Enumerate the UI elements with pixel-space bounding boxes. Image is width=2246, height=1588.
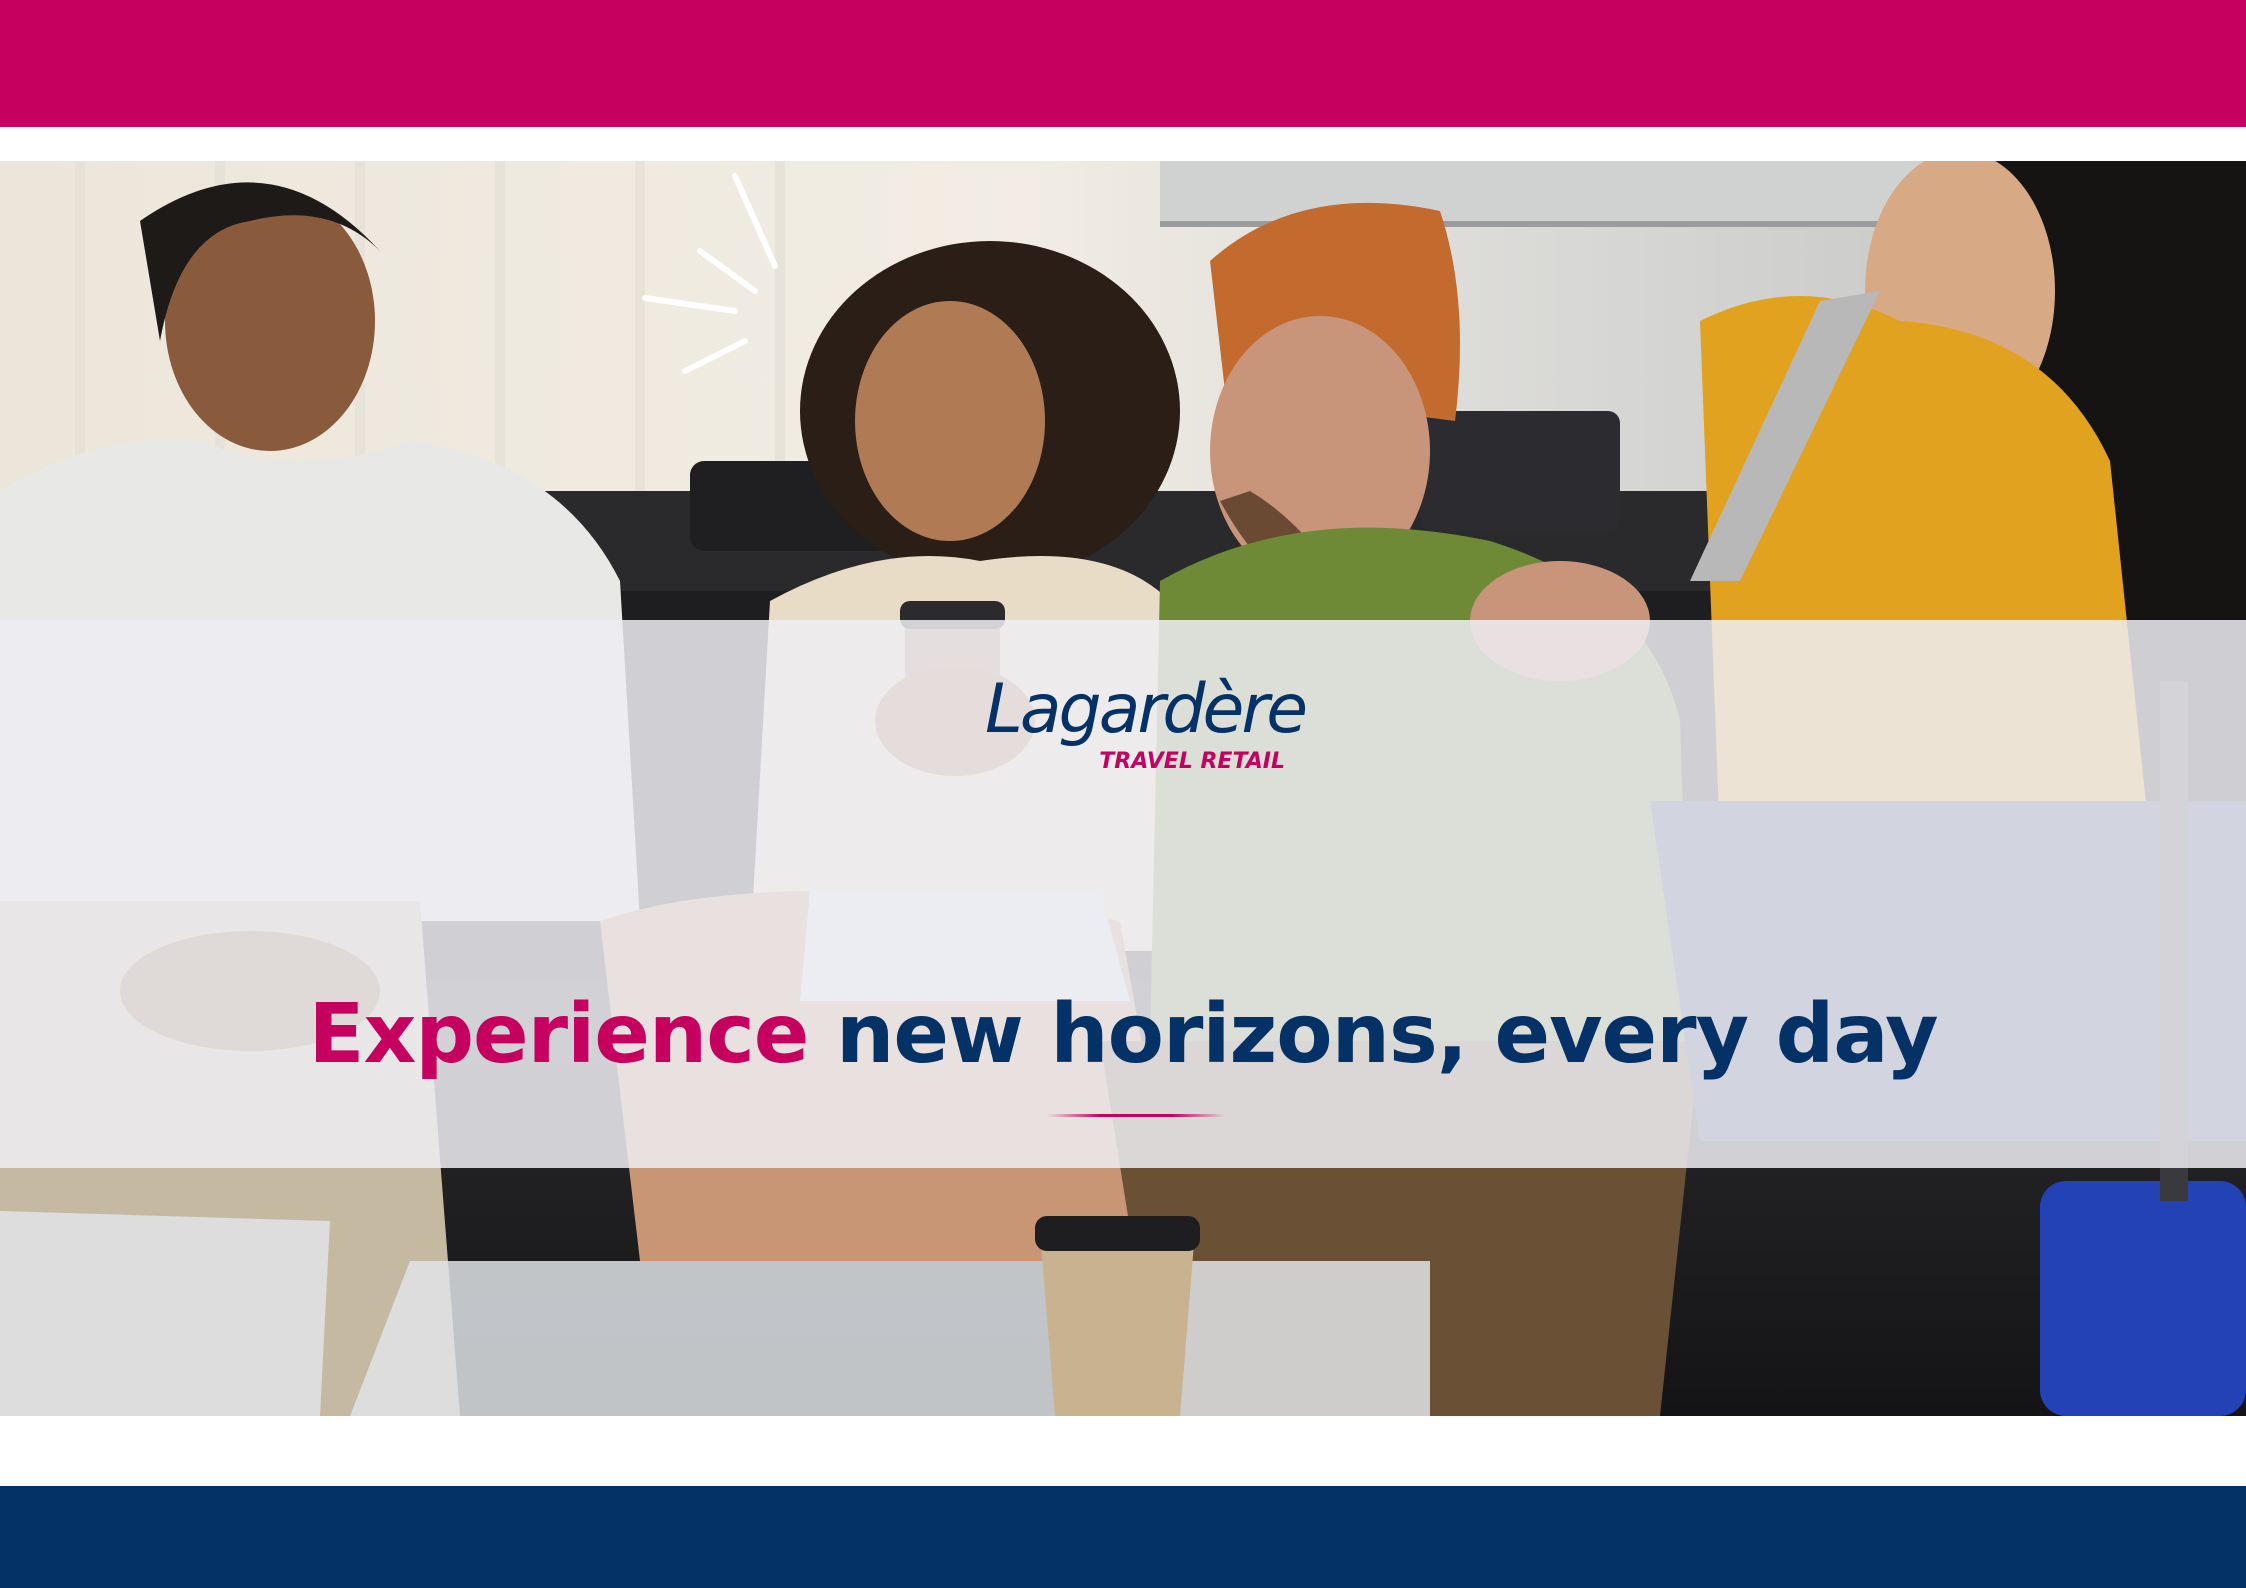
accent-rule (1047, 1114, 1225, 1117)
bottom-brand-band (0, 1486, 2246, 1588)
headline-rest: new horizons, every day (835, 987, 1939, 1082)
headline: Experience new horizons, every day (0, 985, 2246, 1085)
logo-subline: TRAVEL RETAIL (1099, 749, 1285, 774)
lagardere-logo: Lagardère TRAVEL RETAIL (985, 670, 1308, 780)
top-brand-band (0, 0, 2246, 127)
logo-wordmark: Lagardère (985, 670, 1308, 749)
headline-highlight: Experience (308, 987, 809, 1082)
